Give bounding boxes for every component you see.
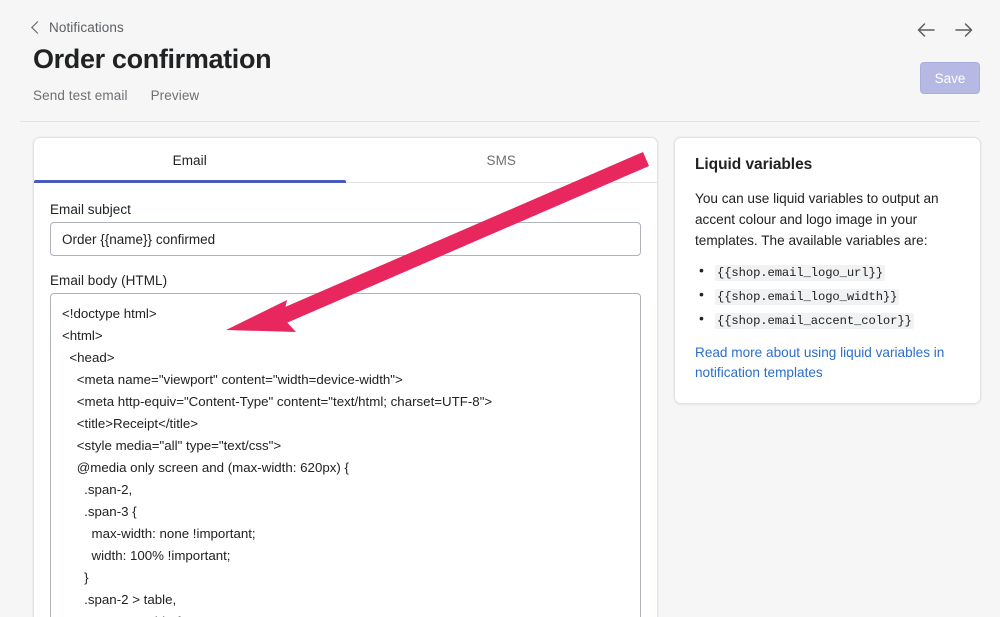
page-title: Order confirmation xyxy=(33,44,272,74)
email-body-field: Email body (HTML) <!doctype html> <html>… xyxy=(50,273,641,617)
page-header: Notifications Order confirmation Send te… xyxy=(0,0,1000,122)
tab-sms-label: SMS xyxy=(486,152,517,168)
list-item: {{shop.email_logo_url}} xyxy=(695,261,960,283)
breadcrumb-back-label: Notifications xyxy=(49,20,124,35)
send-test-email-button[interactable]: Send test email xyxy=(33,88,128,103)
preview-button[interactable]: Preview xyxy=(151,88,200,103)
arrow-right-icon[interactable] xyxy=(952,20,976,40)
tab-email-label: Email xyxy=(172,152,207,168)
arrow-left-icon[interactable] xyxy=(914,20,938,40)
liquid-variables-title: Liquid variables xyxy=(695,156,813,173)
save-button[interactable]: Save xyxy=(920,62,980,94)
liquid-variables-card: Liquid variables You can use liquid vari… xyxy=(674,137,981,404)
liquid-variables-description: You can use liquid variables to output a… xyxy=(695,191,939,248)
chevron-left-icon xyxy=(31,21,44,34)
email-body-code-editor[interactable]: <!doctype html> <html> <head> <meta name… xyxy=(50,293,641,617)
liquid-variable-code: {{shop.email_logo_width}} xyxy=(715,289,900,305)
liquid-variables-list: {{shop.email_logo_url}} {{shop.email_log… xyxy=(695,261,960,331)
tab-sms[interactable]: SMS xyxy=(346,138,658,182)
liquid-variable-code: {{shop.email_accent_color}} xyxy=(715,313,914,329)
email-subject-field: Email subject xyxy=(50,202,641,256)
nav-arrows xyxy=(914,20,976,40)
list-item: {{shop.email_accent_color}} xyxy=(695,309,960,331)
breadcrumb-back-link[interactable]: Notifications xyxy=(31,20,124,35)
header-divider xyxy=(20,121,980,122)
email-subject-input[interactable] xyxy=(50,222,641,256)
email-body-label: Email body (HTML) xyxy=(50,273,168,288)
liquid-variable-code: {{shop.email_logo_url}} xyxy=(715,265,885,281)
list-item: {{shop.email_logo_width}} xyxy=(695,285,960,307)
email-template-card: Email SMS Email subject Email body (HTML… xyxy=(33,137,658,617)
tab-email[interactable]: Email xyxy=(34,138,346,183)
header-actions: Send test email Preview xyxy=(33,88,199,103)
editor-body: Email subject Email body (HTML) <!doctyp… xyxy=(34,183,657,617)
liquid-variables-help-link[interactable]: Read more about using liquid variables i… xyxy=(695,343,960,383)
email-subject-label: Email subject xyxy=(50,202,131,217)
channel-tabs: Email SMS xyxy=(34,138,657,183)
